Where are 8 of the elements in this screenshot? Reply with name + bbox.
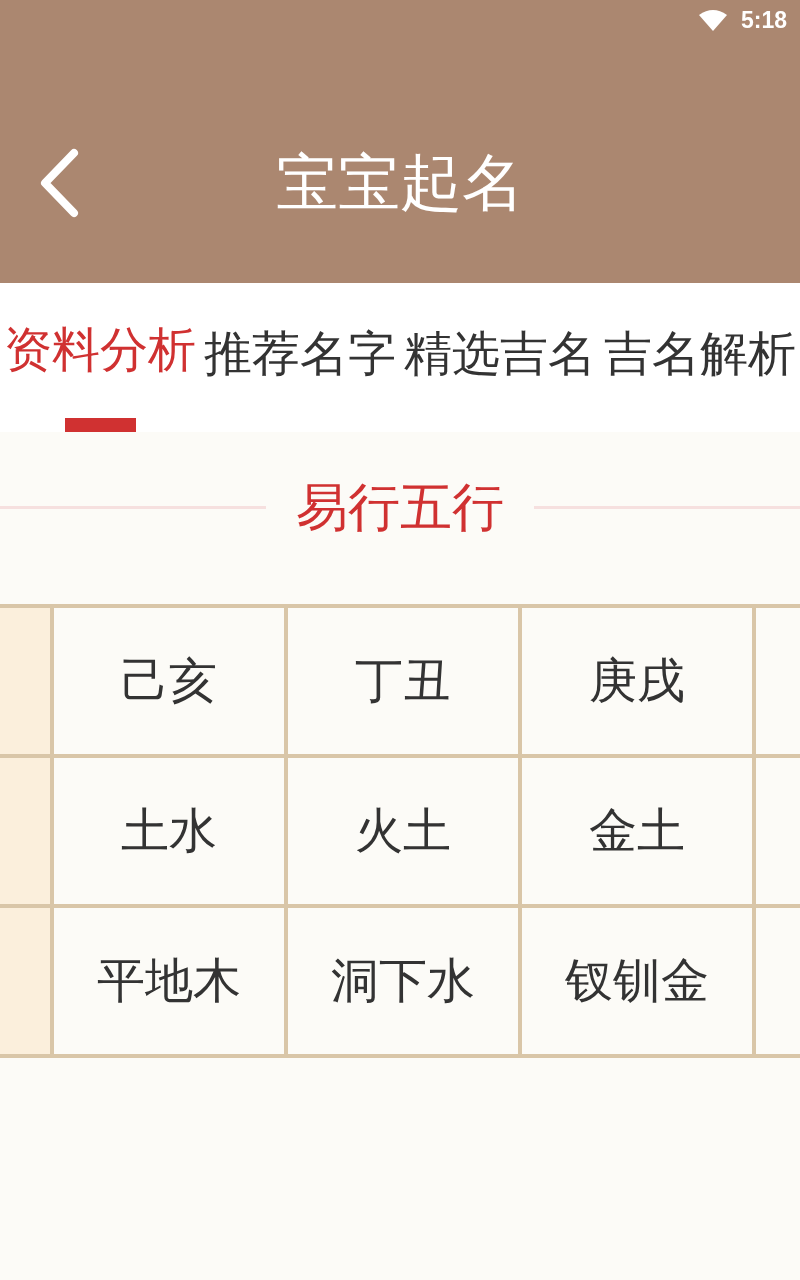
tab[interactable]: 资料分析 (4, 319, 196, 379)
section-title: 易行五行 (296, 476, 504, 538)
wifi-icon (698, 9, 727, 31)
status-time: 5:18 (740, 6, 787, 34)
tab[interactable]: 精选吉名 (404, 323, 596, 383)
page-title: 宝宝起名 (276, 145, 524, 221)
tab[interactable]: 吉名解析 (604, 323, 796, 383)
tab[interactable]: 推荐名字 (204, 323, 396, 383)
